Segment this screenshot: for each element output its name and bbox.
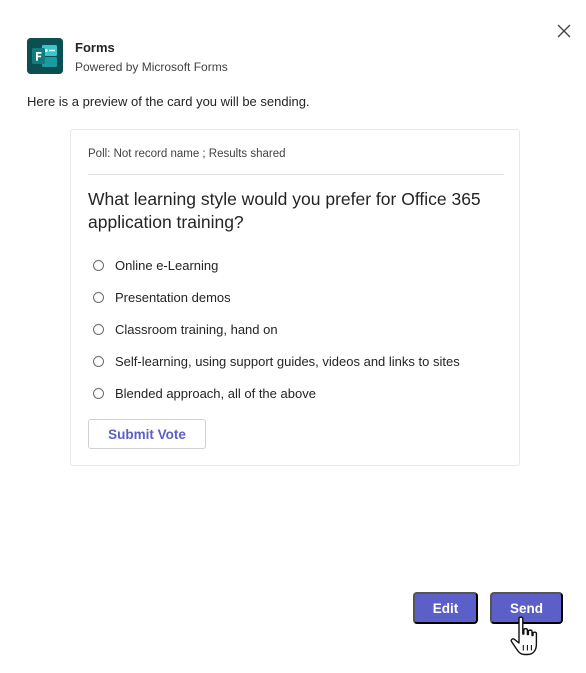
close-icon[interactable] [554,21,574,41]
poll-option[interactable]: Blended approach, all of the above [93,377,460,409]
poll-option-label: Classroom training, hand on [115,321,278,337]
app-subtitle: Powered by Microsoft Forms [75,60,228,74]
app-header: Forms Powered by Microsoft Forms [27,38,228,75]
poll-option[interactable]: Presentation demos [93,281,460,313]
poll-question: What learning style would you prefer for… [88,189,481,232]
poll-meta: Poll: Not record name ; Results shared [88,148,286,160]
poll-option-label: Presentation demos [115,289,231,305]
send-button[interactable]: Send [490,592,563,624]
poll-option-label: Online e-Learning [115,257,219,273]
app-name: Forms [75,40,115,55]
preview-description: Here is a preview of the card you will b… [27,94,310,109]
poll-options: Online e-Learning Presentation demos Cla… [93,249,460,409]
poll-option[interactable]: Online e-Learning [93,249,460,281]
radio-button[interactable] [93,259,104,271]
microsoft-forms-icon [27,38,63,74]
radio-button[interactable] [93,291,104,303]
radio-button[interactable] [93,387,104,399]
preview-dialog: Forms Powered by Microsoft Forms Here is… [0,0,586,673]
divider [88,174,504,175]
poll-option[interactable]: Self-learning, using support guides, vid… [93,345,460,377]
radio-button[interactable] [93,355,104,367]
edit-button[interactable]: Edit [413,592,478,624]
poll-option[interactable]: Classroom training, hand on [93,313,460,345]
poll-option-label: Blended approach, all of the above [115,385,316,401]
radio-button[interactable] [93,323,104,335]
poll-card: Poll: Not record name ; Results shared W… [70,129,520,466]
poll-option-label: Self-learning, using support guides, vid… [115,353,460,369]
submit-vote-button[interactable]: Submit Vote [88,419,206,449]
